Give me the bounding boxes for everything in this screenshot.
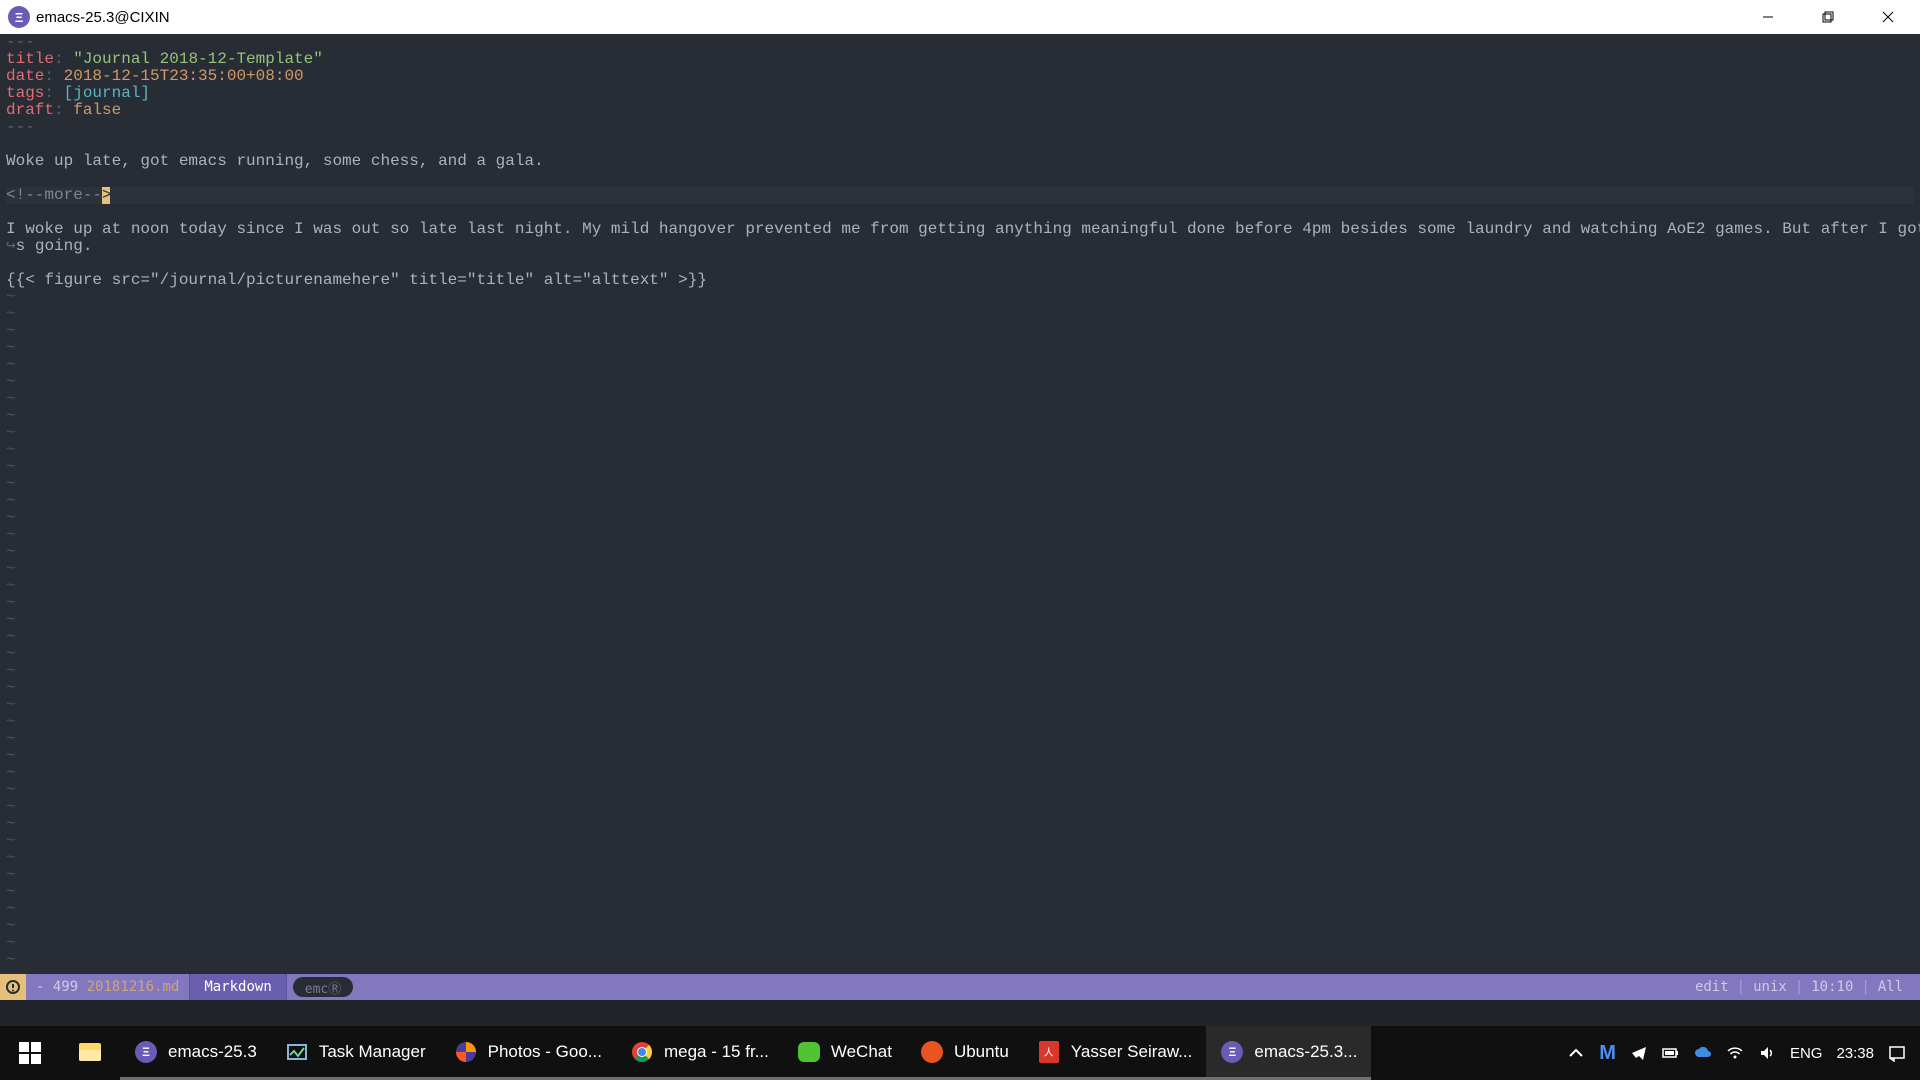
taskbar-item-label: mega - 15 fr... [664,1042,769,1062]
taskbar-item-label: emacs-25.3 [168,1042,257,1062]
edit-state: edit [1695,979,1729,995]
taskbar-item-chrome[interactable]: mega - 15 fr... [616,1026,783,1080]
taskbar-item-ubuntu[interactable]: Ubuntu [906,1026,1023,1080]
language-indicator[interactable]: ENG [1790,1045,1823,1062]
wifi-icon[interactable] [1726,1044,1744,1062]
windows-taskbar: Ξ emacs-25.3 Task Manager Photos - Goo..… [0,1026,1920,1080]
text-cursor: > [102,187,110,204]
m-tray-icon[interactable]: M [1599,1042,1616,1065]
taskbar-item-label: Yasser Seiraw... [1071,1042,1193,1062]
taskbar-item-emacs[interactable]: Ξ emacs-25.3 [120,1026,271,1080]
start-button[interactable] [0,1026,60,1080]
modified-indicator [0,974,26,1000]
taskbar-item-emacs-active[interactable]: Ξ emacs-25.3... [1206,1026,1371,1080]
encoding: unix [1753,979,1787,995]
major-mode[interactable]: Markdown [189,974,286,1000]
taskbar-item-label: Ubuntu [954,1042,1009,1062]
emacs-icon: Ξ [1220,1040,1244,1064]
taskbar-item-explorer[interactable] [60,1026,120,1080]
emacs-icon: Ξ [134,1040,158,1064]
cloud-icon[interactable] [1694,1044,1712,1062]
taskbar-item-pdf[interactable]: 人 Yasser Seiraw... [1023,1026,1207,1080]
chevron-up-icon[interactable] [1567,1044,1585,1062]
wechat-icon [797,1040,821,1064]
modeline[interactable]: - 499 20181216.md Markdown emcⓇ edit | u… [0,974,1920,1000]
editor-buffer[interactable]: --- title: "Journal 2018-12-Template" da… [0,34,1920,974]
system-tray[interactable]: M ENG 23:38 [1553,1026,1920,1080]
taskmanager-icon [285,1040,309,1064]
chrome-icon [630,1040,654,1064]
taskbar-item-wechat[interactable]: WeChat [783,1026,906,1080]
pdf-icon: 人 [1037,1040,1061,1064]
folder-icon [78,1040,102,1064]
taskbar-item-label: WeChat [831,1042,892,1062]
wrap-indicator-icon: ↪ [6,237,16,255]
battery-icon[interactable] [1662,1044,1680,1062]
close-button[interactable] [1858,0,1918,34]
taskbar-item-label: emacs-25.3... [1254,1042,1357,1062]
clock[interactable]: 23:38 [1836,1045,1874,1062]
cursor-position: 10:10 [1811,979,1853,995]
minor-mode[interactable]: emcⓇ [293,977,353,997]
maximize-button[interactable] [1798,0,1858,34]
taskbar-item-label: Task Manager [319,1042,426,1062]
window-titlebar: Ξ emacs-25.3@CIXIN [0,0,1920,34]
taskbar-item-firefox[interactable]: Photos - Goo... [440,1026,616,1080]
scroll-percent: All [1878,979,1903,995]
minibuffer[interactable] [0,1000,1920,1026]
ubuntu-icon [920,1040,944,1064]
line-and-file: - 499 20181216.md [26,979,189,995]
firefox-icon [454,1040,478,1064]
minimize-button[interactable] [1738,0,1798,34]
telegram-icon[interactable] [1630,1044,1648,1062]
taskbar-item-label: Photos - Goo... [488,1042,602,1062]
notification-icon[interactable] [1888,1044,1906,1062]
window-title: emacs-25.3@CIXIN [36,9,170,26]
volume-icon[interactable] [1758,1044,1776,1062]
taskbar-item-taskmanager[interactable]: Task Manager [271,1026,440,1080]
app-icon: Ξ [8,6,30,28]
